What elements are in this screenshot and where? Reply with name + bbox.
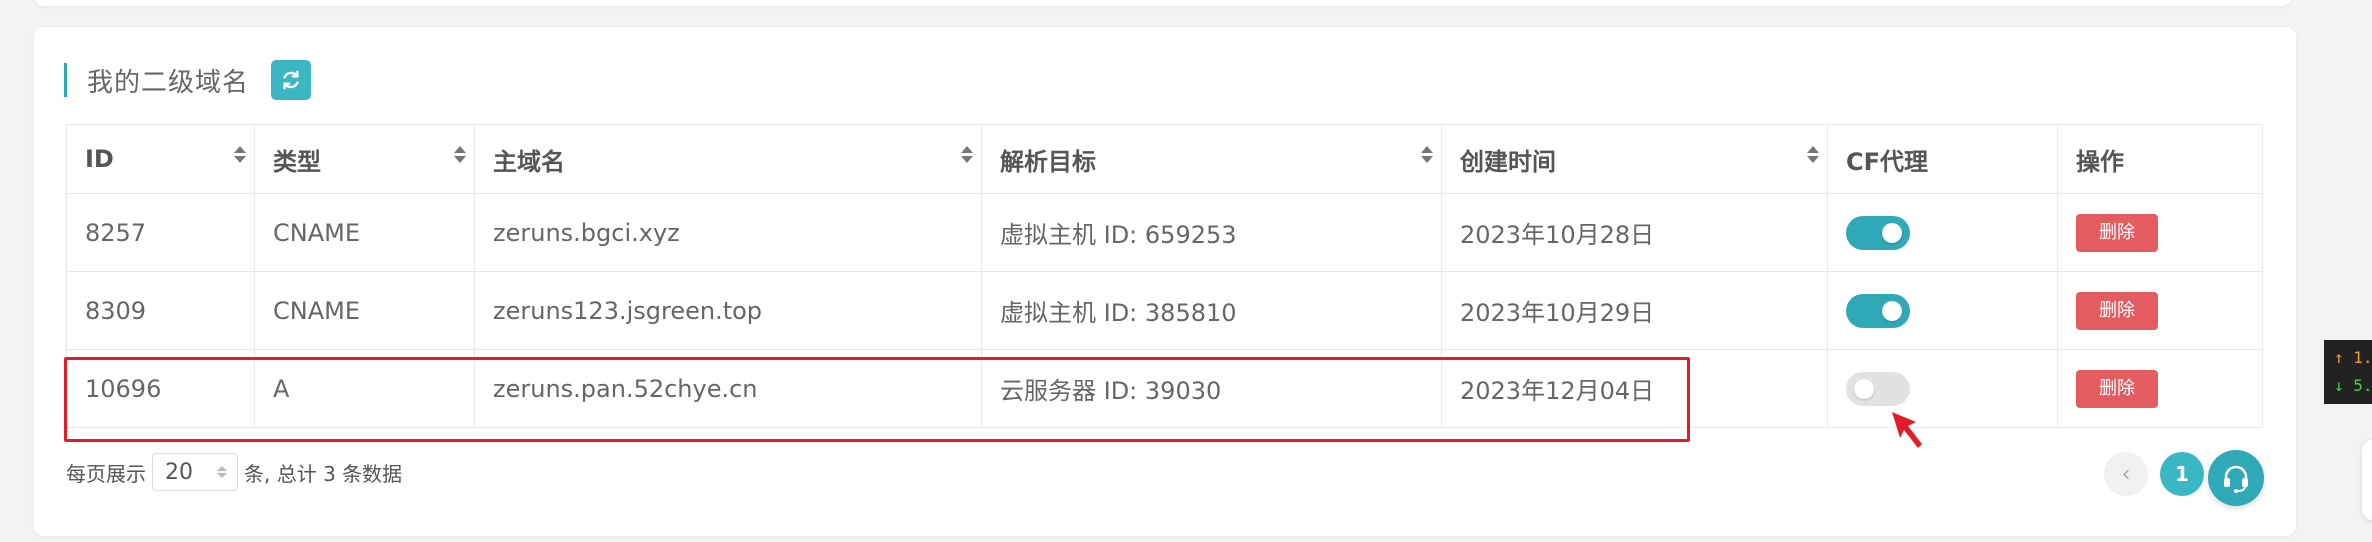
cell-id: 8309 [66, 271, 255, 350]
column-header-created[interactable]: 创建时间 [1441, 124, 1828, 194]
page-size-value[interactable]: 20 [165, 460, 193, 485]
delete-button[interactable]: 删除 [2076, 213, 2158, 252]
title-accent-bar [64, 63, 67, 97]
cell-domain: zeruns.pan.52chye.cn [474, 349, 982, 428]
subdomain-table: ID 类型 主域名 解析目标 创建时间 CF代理 操作 8257 CNAME z… [66, 124, 2263, 428]
column-header-type[interactable]: 类型 [254, 124, 475, 194]
prev-page-button[interactable]: ‹ [2104, 452, 2148, 496]
column-header-actions: 操作 [2057, 124, 2263, 194]
cell-actions: 删除 [2057, 349, 2263, 428]
delete-button[interactable]: 删除 [2076, 369, 2158, 408]
page-size-stepper[interactable]: 20 [152, 453, 238, 491]
cell-type: CNAME [254, 271, 475, 350]
table-row: 8309 CNAME zeruns123.jsgreen.top 虚拟主机 ID… [66, 271, 2263, 350]
cell-cf-proxy [1827, 349, 2058, 428]
column-header-cf-proxy: CF代理 [1827, 124, 2058, 194]
upload-speed: ↑ 1. [2334, 348, 2372, 367]
cell-type: A [254, 349, 475, 428]
sort-icon[interactable] [454, 146, 466, 163]
table-header-row: ID 类型 主域名 解析目标 创建时间 CF代理 操作 [66, 124, 2263, 194]
sort-icon[interactable] [234, 146, 246, 163]
page-button-current[interactable]: 1 [2160, 452, 2204, 496]
table-row: 8257 CNAME zeruns.bgci.xyz 虚拟主机 ID: 6592… [66, 193, 2263, 272]
cell-target: 虚拟主机 ID: 659253 [981, 193, 1442, 272]
cf-proxy-toggle[interactable] [1846, 215, 1910, 250]
chevron-left-icon: ‹ [2121, 461, 2131, 487]
delete-button[interactable]: 删除 [2076, 291, 2158, 330]
network-speed-widget: ↑ 1. ↓ 5. [2324, 340, 2372, 404]
side-panel-edge[interactable] [2362, 440, 2372, 520]
cell-domain: zeruns123.jsgreen.top [474, 271, 982, 350]
cell-actions: 删除 [2057, 271, 2263, 350]
cf-proxy-toggle[interactable] [1846, 293, 1910, 328]
cell-cf-proxy [1827, 271, 2058, 350]
cell-created: 2023年10月29日 [1441, 271, 1828, 350]
cell-created: 2023年12月04日 [1441, 349, 1828, 428]
refresh-icon [283, 70, 299, 90]
cell-id: 8257 [66, 193, 255, 272]
sort-icon[interactable] [961, 146, 973, 163]
cell-target: 云服务器 ID: 39030 [981, 349, 1442, 428]
column-header-domain[interactable]: 主域名 [474, 124, 982, 194]
section-header: 我的二级域名 [64, 58, 312, 102]
section-title: 我的二级域名 [87, 67, 250, 98]
cell-created: 2023年10月28日 [1441, 193, 1828, 272]
download-speed: ↓ 5. [2334, 376, 2372, 395]
column-header-id[interactable]: ID [66, 124, 255, 194]
customer-support-button[interactable] [2208, 450, 2264, 506]
per-page-label: 每页展示 [66, 461, 146, 486]
cursor-arrow-icon [1892, 412, 1922, 448]
cell-type: CNAME [254, 193, 475, 272]
cell-cf-proxy [1827, 193, 2058, 272]
stepper-arrows-icon[interactable] [217, 466, 227, 478]
table-row: 10696 A zeruns.pan.52chye.cn 云服务器 ID: 39… [66, 349, 2263, 428]
cell-id: 10696 [66, 349, 255, 428]
cell-domain: zeruns.bgci.xyz [474, 193, 982, 272]
column-header-target[interactable]: 解析目标 [981, 124, 1442, 194]
cell-actions: 删除 [2057, 193, 2263, 272]
total-count-text: 条, 总计 3 条数据 [244, 461, 403, 486]
cell-target: 虚拟主机 ID: 385810 [981, 271, 1442, 350]
sort-icon[interactable] [1421, 146, 1433, 163]
refresh-button[interactable] [271, 60, 312, 100]
previous-card [34, 0, 2292, 6]
sort-icon[interactable] [1807, 146, 1819, 163]
headset-icon [2224, 465, 2248, 493]
pagination-footer: 每页展示 20 条, 总计 3 条数据 [66, 453, 402, 491]
